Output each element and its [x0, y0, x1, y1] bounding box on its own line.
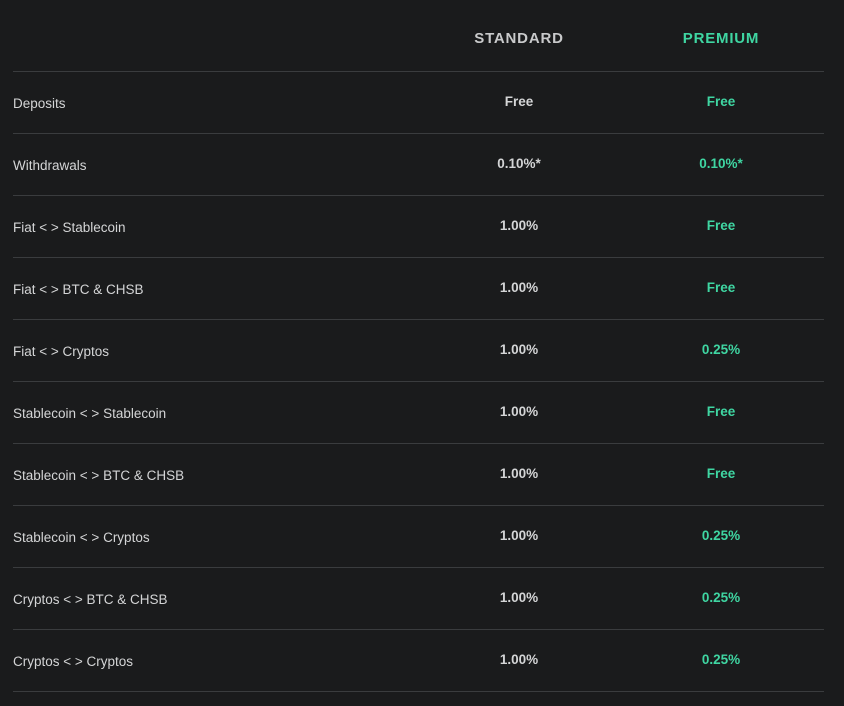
- row-label: Fiat < > Stablecoin: [13, 220, 126, 235]
- standard-fee: 1.00%: [499, 590, 539, 605]
- row-label: Stablecoin < > BTC & CHSB: [13, 468, 185, 483]
- standard-fee: 1.00%: [499, 404, 539, 419]
- standard-fee: 0.10%*: [497, 156, 541, 171]
- table-row: Stablecoin < > Stablecoin 1.00% Free: [13, 382, 824, 444]
- standard-fee: Free: [504, 94, 534, 109]
- premium-fee: Free: [706, 218, 736, 233]
- standard-fee: 1.00%: [499, 342, 539, 357]
- standard-fee: 1.00%: [499, 652, 539, 667]
- table-row: Deposits Free Free: [13, 72, 824, 134]
- row-label: Fiat < > BTC & CHSB: [13, 282, 144, 297]
- premium-fee: Free: [706, 280, 736, 295]
- premium-fee: 0.25%: [701, 652, 741, 667]
- premium-fee: 0.10%*: [699, 156, 743, 171]
- fee-comparison-table: STANDARD PREMIUM Deposits Free Free With…: [13, 0, 824, 692]
- table-row: Stablecoin < > BTC & CHSB 1.00% Free: [13, 444, 824, 506]
- premium-fee: 0.25%: [701, 590, 741, 605]
- table-row: Cryptos < > Cryptos 1.00% 0.25%: [13, 630, 824, 692]
- column-header-premium: PREMIUM: [682, 30, 760, 47]
- row-label: Withdrawals: [13, 158, 87, 173]
- standard-fee: 1.00%: [499, 280, 539, 295]
- table-row: Cryptos < > BTC & CHSB 1.00% 0.25%: [13, 568, 824, 630]
- premium-fee: Free: [706, 466, 736, 481]
- table-row: Fiat < > Stablecoin 1.00% Free: [13, 196, 824, 258]
- premium-fee: Free: [706, 94, 736, 109]
- table-row: Withdrawals 0.10%* 0.10%*: [13, 134, 824, 196]
- row-label: Stablecoin < > Cryptos: [13, 530, 150, 545]
- standard-fee: 1.00%: [499, 218, 539, 233]
- table-row: Fiat < > Cryptos 1.00% 0.25%: [13, 320, 824, 382]
- row-label: Fiat < > Cryptos: [13, 344, 110, 359]
- premium-fee: 0.25%: [701, 528, 741, 543]
- row-label: Stablecoin < > Stablecoin: [13, 406, 167, 421]
- table-row: Stablecoin < > Cryptos 1.00% 0.25%: [13, 506, 824, 568]
- row-label: Deposits: [13, 96, 66, 111]
- column-header-standard: STANDARD: [474, 30, 564, 47]
- premium-fee: 0.25%: [701, 342, 741, 357]
- standard-fee: 1.00%: [499, 466, 539, 481]
- standard-fee: 1.00%: [499, 528, 539, 543]
- table-header: STANDARD PREMIUM: [13, 0, 824, 72]
- row-label: Cryptos < > Cryptos: [13, 654, 134, 669]
- premium-fee: Free: [706, 404, 736, 419]
- row-label: Cryptos < > BTC & CHSB: [13, 592, 168, 607]
- table-row: Fiat < > BTC & CHSB 1.00% Free: [13, 258, 824, 320]
